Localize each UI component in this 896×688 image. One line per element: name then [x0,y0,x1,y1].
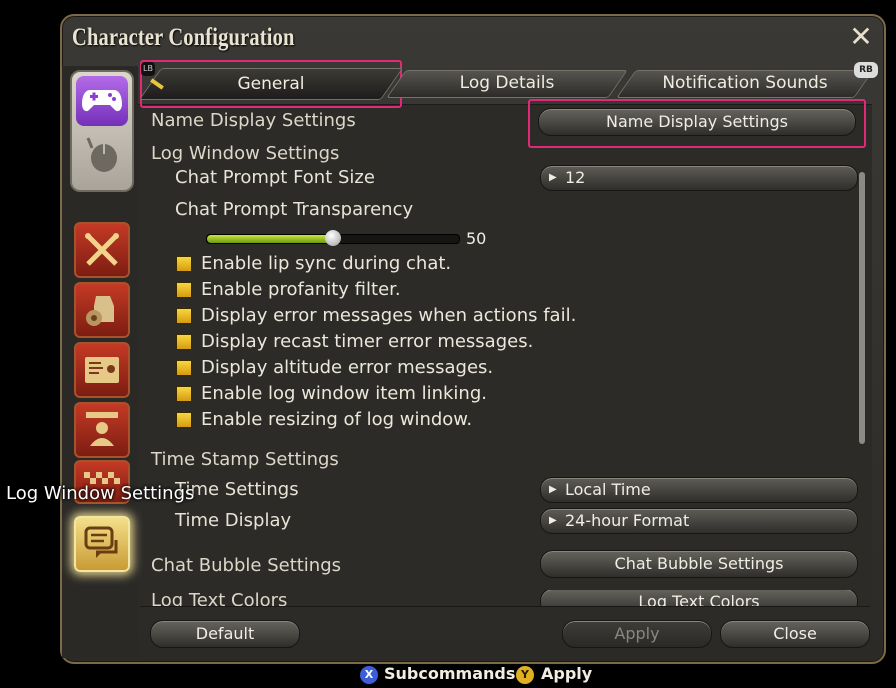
slider-fill [207,235,333,243]
input-mode-toggle[interactable] [70,70,134,192]
x-button-icon: X [360,666,378,684]
transparency-label: Chat Prompt Transparency [175,199,414,220]
window-title: Character Configuration [72,24,295,51]
checkbox-label: Enable lip sync during chat. [201,253,452,274]
category-battle-settings[interactable] [74,222,130,278]
play-arrow-icon: ▶ [549,484,557,495]
font-size-label: Chat Prompt Font Size [175,167,375,188]
hint-subcommands: Subcommands [384,664,516,683]
tooltip: Log Window Settings [6,483,195,504]
time-display-label: Time Display [175,510,292,531]
lb-badge: LB [141,62,155,76]
section-log-text-colors: Log Text Colors [151,590,288,606]
clipped-row: Log Text Colors Log Text Colors [140,590,870,606]
checkbox[interactable] [176,308,192,324]
checkbox[interactable] [176,412,192,428]
category-log-window[interactable] [74,516,130,572]
tab-log-details[interactable]: Log Details [386,64,628,102]
character-icon [86,412,118,446]
checkbox-label: Display altitude error messages. [201,357,494,378]
category-character[interactable] [74,402,130,458]
transparency-value: 50 [466,229,487,248]
category-hud[interactable] [74,342,130,398]
play-arrow-icon: ▶ [549,515,557,526]
checkbox-label: Display recast timer error messages. [201,331,534,352]
chat-bubbles-icon [84,526,118,558]
checkbox[interactable] [176,282,192,298]
scrollbar[interactable] [859,172,865,444]
close-button[interactable]: Close [720,620,870,648]
transparency-slider[interactable] [206,230,460,246]
section-time-stamp: Time Stamp Settings [151,449,339,470]
tab-notification-sounds[interactable]: Notification Sounds [616,64,874,102]
rb-badge: RB [854,62,878,78]
tab-general[interactable]: General [138,60,404,108]
gamepad-icon [76,76,128,126]
play-arrow-icon: ▶ [549,172,557,183]
checkbox[interactable] [176,334,192,350]
checkbox[interactable] [176,360,192,376]
slider-handle[interactable] [325,230,341,246]
time-settings-dropdown[interactable]: ▶ Local Time [540,477,858,503]
checkbox-label: Enable resizing of log window. [201,409,473,430]
checkbox[interactable] [176,256,192,272]
id-card-icon [85,357,119,383]
category-items[interactable] [74,282,130,338]
close-icon[interactable]: ✕ [846,22,876,52]
mouse-icon [84,134,120,174]
hint-apply: Apply [541,664,593,683]
y-button-icon: Y [516,666,534,684]
font-size-dropdown[interactable]: ▶ 12 [540,165,858,191]
apply-button[interactable]: Apply [562,620,712,648]
bag-gear-icon [86,296,114,326]
section-name-display: Name Display Settings [151,110,356,131]
crossed-swords-icon [85,233,119,266]
default-button[interactable]: Default [150,620,300,648]
section-chat-bubble: Chat Bubble Settings [151,555,342,576]
log-text-colors-button[interactable]: Log Text Colors [540,590,858,606]
chat-bubble-settings-button[interactable]: Chat Bubble Settings [540,550,858,578]
section-log-window: Log Window Settings [151,143,340,164]
time-display-dropdown[interactable]: ▶ 24-hour Format [540,508,858,534]
checkbox-label: Display error messages when actions fail… [201,305,577,326]
checkbox-label: Enable profanity filter. [201,279,401,300]
checkbox-label: Enable log window item linking. [201,383,487,404]
footer-divider [140,606,870,607]
name-display-settings-button[interactable]: Name Display Settings [538,108,856,136]
checkbox[interactable] [176,386,192,402]
